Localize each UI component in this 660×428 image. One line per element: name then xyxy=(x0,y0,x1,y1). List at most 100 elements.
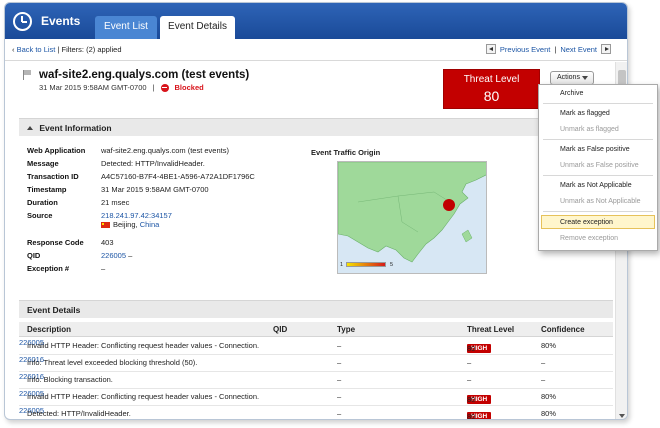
events-clock-icon xyxy=(13,12,32,31)
qid-extra: – xyxy=(128,251,133,260)
next-event-link[interactable]: Next Event xyxy=(560,45,597,54)
field-value: 21 msec xyxy=(101,198,130,207)
table-row: Detected: HTTP/InvalidHeader. 226005 – H… xyxy=(19,406,613,420)
field-label: Message xyxy=(27,159,59,168)
row-threat-value: 80 xyxy=(467,412,476,420)
menu-item-remove-exception: Remove exception xyxy=(560,235,618,242)
source-country-link[interactable]: China xyxy=(140,220,160,229)
table-row: Info: Threat level exceeded blocking thr… xyxy=(19,355,613,372)
previous-arrow-icon[interactable] xyxy=(485,44,496,54)
row-threat-value: – xyxy=(467,358,472,367)
event-details-header: Event Details xyxy=(19,300,613,318)
source-ip-link[interactable]: 218.241.97.42:34157 xyxy=(101,211,172,220)
origin-marker xyxy=(443,199,455,211)
actions-label: Actions xyxy=(557,74,580,81)
menu-item-mark-false-positive[interactable]: Mark as False positive xyxy=(539,143,657,157)
threat-level-box: Threat Level 80 xyxy=(443,69,540,109)
row-threat-value: – xyxy=(467,375,472,384)
threat-level-value: 80 xyxy=(483,88,500,104)
menu-item-unmark-false-positive: Unmark as False positive xyxy=(560,162,639,169)
field-label: Transaction ID xyxy=(27,172,79,181)
event-information-title: Event Information xyxy=(39,123,112,133)
menu-separator xyxy=(543,175,653,176)
row-description: Info: Threat level exceeded blocking thr… xyxy=(27,358,198,367)
menu-item-create-exception[interactable]: Create exception xyxy=(541,215,655,229)
collapse-triangle-icon xyxy=(27,126,33,130)
menu-separator xyxy=(543,103,653,104)
info-row-timestamp: Timestamp 31 Mar 2015 9:58AM GMT-0700 xyxy=(27,185,209,194)
event-information-header[interactable]: Event Information xyxy=(19,118,613,136)
info-row-source: Source 218.241.97.42:34157 Beijing, Chin… xyxy=(27,211,172,229)
tab-event-list[interactable]: Event List xyxy=(95,16,157,39)
tab-event-details[interactable]: Event Details xyxy=(160,16,235,39)
event-status: Blocked xyxy=(174,83,204,92)
field-label: Response Code xyxy=(27,238,84,247)
filters-label: | Filters: (2) applied xyxy=(57,45,122,54)
meta-separator: | xyxy=(152,83,155,92)
china-flag-icon xyxy=(101,222,110,228)
map-land xyxy=(338,162,486,263)
table-row: Invalid HTTP Header: Conflicting request… xyxy=(19,338,613,355)
chevron-left-icon: ‹ xyxy=(12,45,15,54)
map-title: Event Traffic Origin xyxy=(311,148,381,157)
field-value: A4C57160-B7F4-4BE1-A596-A72A1DF1796C xyxy=(101,172,255,181)
table-row: Invalid HTTP Header: Conflicting request… xyxy=(19,389,613,406)
app-header: Events Event List Event Details xyxy=(5,3,627,39)
menu-item-archive[interactable]: Archive xyxy=(539,87,657,101)
actions-button[interactable]: Actions xyxy=(550,71,594,85)
event-details-title: Event Details xyxy=(27,305,81,315)
qid-link[interactable]: 226005 xyxy=(101,251,126,260)
info-row-response-code: Response Code 403 xyxy=(27,238,114,247)
row-confidence: 80% xyxy=(541,341,557,350)
col-confidence: Confidence xyxy=(541,325,585,334)
legend-min: 1 xyxy=(340,262,344,268)
col-qid: QID xyxy=(273,325,288,334)
blocked-icon xyxy=(160,83,169,92)
field-label: Exception # xyxy=(27,264,70,273)
row-confidence: 80% xyxy=(541,392,557,401)
menu-item-mark-flagged[interactable]: Mark as flagged xyxy=(539,107,657,121)
previous-event-link[interactable]: Previous Event xyxy=(500,45,550,54)
menu-separator xyxy=(543,211,653,212)
source-city: Beijing, xyxy=(113,220,138,229)
navigation-bar: ‹ Back to List | Filters: (2) applied Pr… xyxy=(5,39,627,61)
row-type: – xyxy=(337,358,342,367)
scroll-down-arrow-icon[interactable] xyxy=(619,414,625,418)
flag-icon[interactable] xyxy=(23,70,32,80)
legend-color-scale xyxy=(346,262,386,267)
info-row-exception: Exception # – xyxy=(27,264,105,273)
menu-item-unmark-not-applicable: Unmark as Not Applicable xyxy=(560,198,641,205)
event-meta: 31 Mar 2015 9:58AM GMT-0700 | Blocked xyxy=(39,83,204,92)
field-value: 226005 – xyxy=(101,251,132,260)
row-confidence: – xyxy=(541,358,546,367)
row-type: – xyxy=(337,392,342,401)
field-label: Web Application xyxy=(27,146,86,155)
info-row-qid: QID 226005 – xyxy=(27,251,132,260)
row-type: – xyxy=(337,375,342,384)
row-description: Detected: HTTP/InvalidHeader. xyxy=(27,409,131,418)
row-confidence: 80% xyxy=(541,409,557,418)
field-label: QID xyxy=(27,251,41,260)
menu-item-mark-not-applicable[interactable]: Mark as Not Applicable xyxy=(539,179,657,193)
info-row-web-application: Web Application waf-site2.eng.qualys.com… xyxy=(27,146,229,155)
row-threat-value: 80 xyxy=(467,344,476,353)
event-details-table-header: Description QID Type Threat Level Confid… xyxy=(19,322,613,337)
back-to-list-link[interactable]: Back to List xyxy=(17,45,56,54)
row-description: Invalid HTTP Header: Conflicting request… xyxy=(27,392,260,401)
threat-level-label: Threat Level xyxy=(463,74,520,85)
main-content: waf-site2.eng.qualys.com (test events) 3… xyxy=(5,62,615,420)
field-label: Timestamp xyxy=(27,185,67,194)
menu-item-unmark-flagged: Unmark as flagged xyxy=(560,126,619,133)
col-description: Description xyxy=(27,325,72,334)
next-arrow-icon[interactable] xyxy=(601,44,611,54)
traffic-origin-map[interactable]: 1 5 xyxy=(337,161,487,274)
field-label: Source xyxy=(27,211,53,220)
field-label: Duration xyxy=(27,198,58,207)
field-value: 31 Mar 2015 9:58AM GMT-0700 xyxy=(101,185,209,194)
field-value: waf-site2.eng.qualys.com (test events) xyxy=(101,146,229,155)
col-type: Type xyxy=(337,325,356,334)
map-island xyxy=(461,229,473,243)
row-threat-value: 80 xyxy=(467,395,476,404)
info-row-transaction-id: Transaction ID A4C57160-B7F4-4BE1-A596-A… xyxy=(27,172,255,181)
asia-map-graphic xyxy=(338,162,486,263)
